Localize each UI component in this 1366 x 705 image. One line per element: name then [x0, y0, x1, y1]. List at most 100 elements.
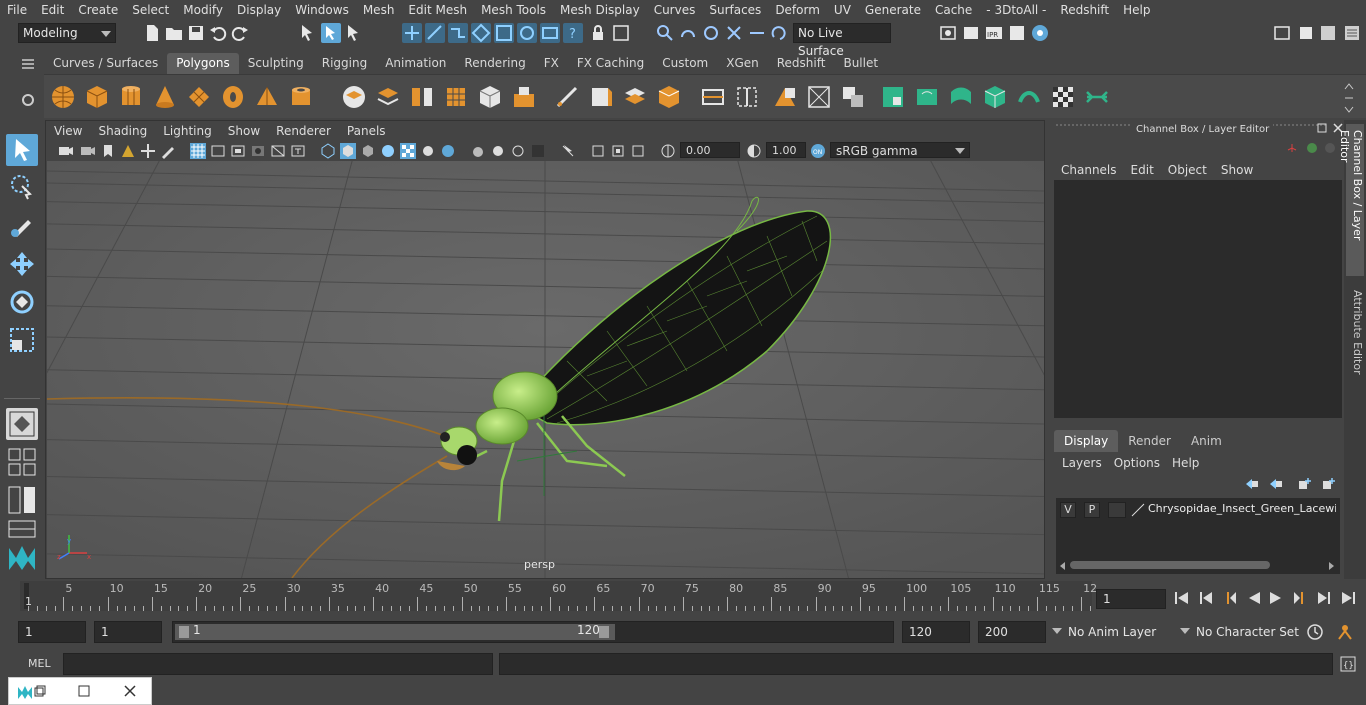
menu-surfaces[interactable]: Surfaces: [702, 0, 768, 20]
scroll-right-icon[interactable]: [1329, 562, 1334, 570]
render-frame-icon[interactable]: [961, 23, 981, 43]
scale-tool-button[interactable]: [6, 324, 38, 356]
two-d-pan-icon[interactable]: [140, 143, 156, 159]
snap-live-icon[interactable]: [517, 23, 537, 43]
exposure-icon[interactable]: [660, 143, 676, 159]
ambient-occlusion-icon[interactable]: [440, 143, 456, 159]
live-surface-field[interactable]: No Live Surface: [793, 23, 891, 58]
tab-fx-caching[interactable]: FX Caching: [568, 53, 653, 74]
auto-map-icon[interactable]: [1016, 84, 1042, 110]
bevel-icon[interactable]: [588, 84, 614, 110]
playback-end-field[interactable]: 120: [902, 621, 970, 643]
chevron-down-icon[interactable]: [1052, 628, 1062, 634]
tab-xgen[interactable]: XGen: [717, 53, 768, 74]
maximize-icon[interactable]: [77, 684, 91, 698]
save-scene-icon[interactable]: [186, 23, 206, 43]
channel-menu-object[interactable]: Object: [1161, 160, 1214, 180]
xray-joints-icon[interactable]: [590, 143, 606, 159]
render-view-icon[interactable]: [540, 23, 560, 43]
playback-start-field[interactable]: 1: [94, 621, 162, 643]
menu-modify[interactable]: Modify: [176, 0, 230, 20]
outliner-layout-button[interactable]: [6, 484, 38, 516]
open-scene-icon[interactable]: [164, 23, 184, 43]
checker-icon[interactable]: [1050, 84, 1076, 110]
spherical-map-icon[interactable]: [982, 84, 1008, 110]
animation-end-field[interactable]: 200: [978, 621, 1046, 643]
tab-sculpting[interactable]: Sculpting: [239, 53, 313, 74]
menu-edit-mesh[interactable]: Edit Mesh: [401, 0, 474, 20]
select-tool-button[interactable]: [6, 134, 38, 166]
play-forwards-icon[interactable]: [1268, 590, 1284, 606]
menu-select[interactable]: Select: [125, 0, 176, 20]
menu-file[interactable]: File: [0, 0, 34, 20]
extract-icon[interactable]: [409, 84, 435, 110]
menu-create[interactable]: Create: [71, 0, 125, 20]
wireframe-icon[interactable]: [320, 143, 336, 159]
lock-icon[interactable]: [588, 23, 608, 43]
planar-map-icon[interactable]: [914, 84, 940, 110]
xray-components-icon[interactable]: [610, 143, 626, 159]
image-plane-icon[interactable]: [120, 143, 136, 159]
channel-menu-show[interactable]: Show: [1214, 160, 1260, 180]
layer-playback-toggle[interactable]: P: [1084, 502, 1100, 518]
command-input[interactable]: [63, 653, 493, 675]
go-to-end-icon[interactable]: [1340, 590, 1356, 606]
move-layer-down-icon[interactable]: [1268, 476, 1284, 492]
anti-aliasing-icon[interactable]: [490, 143, 506, 159]
tab-fx[interactable]: FX: [535, 53, 568, 74]
extrude-icon[interactable]: [511, 84, 537, 110]
axis-colored-icon[interactable]: [1286, 142, 1298, 154]
append-icon[interactable]: [656, 84, 682, 110]
range-start-handle[interactable]: [179, 626, 189, 638]
select-lock-icon[interactable]: [611, 23, 631, 43]
smooth-shade-icon[interactable]: [340, 143, 356, 159]
move-layer-up-icon[interactable]: [1244, 476, 1260, 492]
unfold-icon[interactable]: [1084, 84, 1110, 110]
select-component-icon[interactable]: [344, 23, 364, 43]
move-tool-button[interactable]: [6, 248, 38, 280]
camera-attributes-icon[interactable]: [80, 143, 96, 159]
tab-attribute-editor[interactable]: Attribute Editor: [1346, 284, 1364, 384]
bookmark-icon[interactable]: [100, 143, 116, 159]
menu-mesh-display[interactable]: Mesh Display: [553, 0, 647, 20]
chevron-down-icon[interactable]: [1180, 628, 1190, 634]
layer-tab-anim[interactable]: Anim: [1181, 430, 1232, 452]
viewport-menu-renderer[interactable]: Renderer: [268, 121, 339, 141]
merge-icon[interactable]: [772, 84, 798, 110]
multi-cut-icon[interactable]: [554, 84, 580, 110]
tab-rigging[interactable]: Rigging: [313, 53, 376, 74]
menu-deform[interactable]: Deform: [768, 0, 827, 20]
color-space-dropdown[interactable]: sRGB gamma: [830, 142, 970, 158]
gamma-field[interactable]: 1.00: [766, 142, 806, 158]
gamma-icon[interactable]: [746, 143, 762, 159]
menu-windows[interactable]: Windows: [288, 0, 356, 20]
viewport-menu-view[interactable]: View: [46, 121, 90, 141]
menu-cache[interactable]: Cache: [928, 0, 979, 20]
channel-menu-edit[interactable]: Edit: [1124, 160, 1161, 180]
animation-prefs-icon[interactable]: [1336, 623, 1354, 641]
collapse-icon[interactable]: [840, 84, 866, 110]
magnet-view-icon[interactable]: [724, 23, 744, 43]
tab-channel-box[interactable]: Channel Box / Layer Editor: [1338, 124, 1364, 276]
script-editor-icon[interactable]: {}: [1340, 656, 1356, 672]
layer-name[interactable]: Chrysopidae_Insect_Green_Lacewing_: [1148, 502, 1336, 515]
lasso-tool-button[interactable]: [6, 172, 38, 204]
connect-icon[interactable]: [806, 84, 832, 110]
film-gate-icon[interactable]: [210, 143, 226, 159]
workspace-icon[interactable]: [1272, 23, 1292, 43]
shelf-settings-gear-icon[interactable]: [18, 90, 38, 110]
shelf-menu-icon[interactable]: [18, 54, 38, 74]
snap-surface-icon[interactable]: [494, 23, 514, 43]
shadows-icon[interactable]: [420, 143, 436, 159]
tab-rendering[interactable]: Rendering: [455, 53, 534, 74]
poly-plane-icon[interactable]: [186, 84, 212, 110]
animation-start-field[interactable]: 1: [18, 621, 86, 643]
menu-curves[interactable]: Curves: [647, 0, 703, 20]
new-layer-selected-icon[interactable]: [1320, 476, 1336, 492]
make-live-icon[interactable]: [770, 23, 790, 43]
play-backwards-icon[interactable]: [1246, 590, 1262, 606]
select-object-icon[interactable]: [321, 23, 341, 43]
channel-menu-channels[interactable]: Channels: [1054, 160, 1124, 180]
restore-icon[interactable]: [33, 684, 47, 698]
color-management-icon[interactable]: ON: [810, 143, 826, 159]
